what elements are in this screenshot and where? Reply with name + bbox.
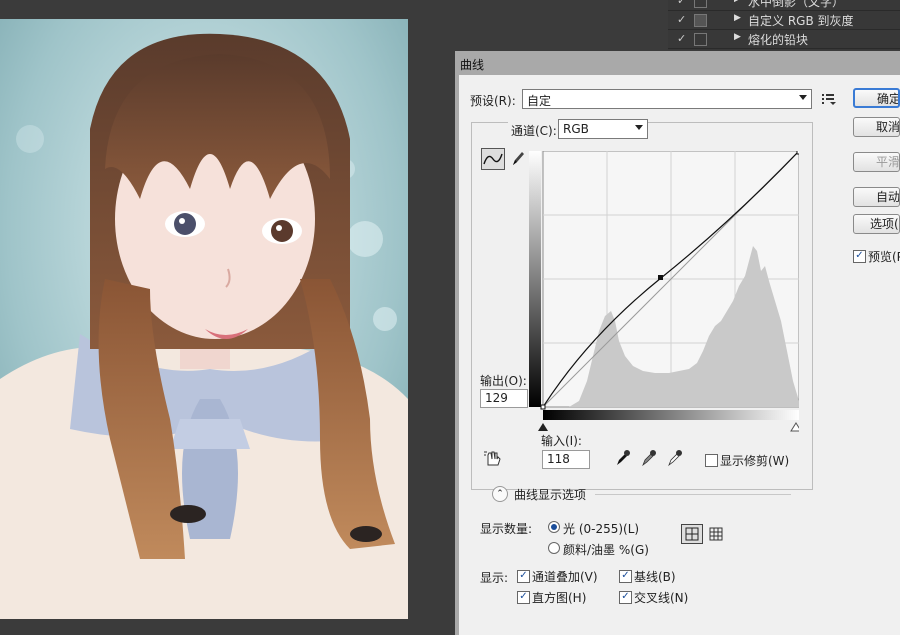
output-field[interactable]: 129: [480, 389, 528, 408]
show-amount-label: 显示数量:: [480, 522, 533, 536]
canvas-image: [0, 19, 408, 619]
action-item[interactable]: ✓ ▶ 水中倒影（文字）: [668, 0, 900, 11]
preset-value: 自定: [527, 94, 552, 108]
grid-10x10-icon[interactable]: [708, 526, 724, 542]
auto-button[interactable]: 自动: [853, 187, 900, 207]
display-options-title: 曲线显示选项: [514, 488, 587, 502]
pencil-icon[interactable]: [510, 148, 526, 168]
dialog-titlebar[interactable]: 曲线: [455, 51, 900, 75]
simple-grid-button[interactable]: [681, 524, 703, 544]
curve-edit-tool[interactable]: [481, 148, 505, 170]
dialog-toggle-box[interactable]: [694, 0, 707, 8]
check-icon[interactable]: ✓: [677, 13, 686, 26]
channel-label: 通道(C):: [508, 122, 560, 139]
actions-panel: ✓ ▶ 水中倒影（文字） ✓ ▶ 自定义 RGB 到灰度 ✓ ▶ 熔化的铅块: [668, 0, 900, 50]
expand-triangle-icon[interactable]: ▶: [734, 13, 741, 23]
pigment-radio-label: 颜料/油墨 %(G): [563, 543, 649, 557]
output-gradient-bar: [529, 151, 541, 407]
chevron-down-icon: [799, 95, 807, 100]
preset-options-icon[interactable]: [821, 92, 837, 106]
channel-value: RGB: [563, 122, 589, 136]
preset-label: 预设(R):: [470, 94, 516, 108]
action-item[interactable]: ✓ ▶ 自定义 RGB 到灰度: [668, 11, 900, 30]
dialog-body: 预设(R): 自定 确定 取消 平滑 自动 选项( ✓ 预览(P 通道(C): …: [459, 75, 900, 635]
expand-triangle-icon[interactable]: ▶: [734, 32, 741, 42]
collapse-options-button[interactable]: ⌃: [492, 486, 508, 502]
white-point-eyedropper-icon[interactable]: [667, 449, 683, 467]
show-clipping-checkbox[interactable]: [705, 454, 718, 467]
expand-triangle-icon[interactable]: ▶: [734, 0, 741, 4]
dialog-toggle-box[interactable]: [694, 14, 707, 27]
action-label: 自定义 RGB 到灰度: [748, 14, 854, 28]
portrait-illustration: [0, 19, 408, 619]
curve-endpoint-white[interactable]: [796, 151, 799, 155]
show-label: 显示:: [480, 571, 509, 585]
channel-dropdown[interactable]: RGB: [558, 119, 648, 139]
ok-button[interactable]: 确定: [853, 88, 900, 108]
preset-dropdown[interactable]: 自定: [522, 89, 812, 109]
intersection-line-checkbox[interactable]: ✓: [619, 591, 632, 604]
cancel-button[interactable]: 取消: [853, 117, 900, 137]
action-item[interactable]: ✓ ▶ 熔化的铅块: [668, 30, 900, 49]
black-point-slider[interactable]: [538, 423, 548, 431]
action-label: 熔化的铅块: [748, 33, 809, 47]
gray-point-eyedropper-icon[interactable]: [641, 449, 657, 467]
light-radio-label: 光 (0-255)(L): [563, 522, 640, 536]
curve-control-point[interactable]: [658, 275, 663, 280]
curves-graph[interactable]: [529, 151, 799, 435]
white-point-slider[interactable]: [790, 422, 799, 432]
targeted-adjustment-hand-icon[interactable]: [483, 449, 505, 469]
curves-dialog: 曲线 预设(R): 自定 确定 取消 平滑 自动 选项( ✓ 预览(P 通道(C…: [455, 51, 900, 635]
black-point-eyedropper-icon[interactable]: [615, 449, 631, 467]
baseline-checkbox[interactable]: ✓: [619, 570, 632, 583]
preview-label: 预览(P: [868, 250, 900, 264]
section-divider: [595, 494, 791, 495]
check-icon[interactable]: ✓: [677, 0, 686, 7]
show-clipping-label: 显示修剪(W): [720, 454, 790, 468]
histogram-label: 直方图(H): [532, 591, 587, 605]
preview-checkbox[interactable]: ✓: [853, 250, 866, 263]
pigment-radio[interactable]: [548, 542, 560, 554]
baseline-label: 基线(B): [634, 570, 676, 584]
input-label: 输入(I):: [541, 434, 582, 448]
check-icon[interactable]: ✓: [677, 32, 686, 45]
dialog-toggle-box[interactable]: [694, 33, 707, 46]
channel-overlays-checkbox[interactable]: ✓: [517, 570, 530, 583]
curve-endpoint-black[interactable]: [540, 404, 546, 410]
options-button[interactable]: 选项(: [853, 214, 900, 234]
histogram-checkbox[interactable]: ✓: [517, 591, 530, 604]
channel-overlays-label: 通道叠加(V): [532, 570, 598, 584]
chevron-up-icon: ⌃: [496, 489, 504, 499]
input-gradient-bar: [543, 410, 799, 420]
intersection-line-label: 交叉线(N): [634, 591, 689, 605]
grid-4x4-icon: [685, 527, 699, 541]
output-label: 输出(O):: [480, 374, 527, 388]
chevron-down-icon: [635, 125, 643, 130]
smooth-button[interactable]: 平滑: [853, 152, 900, 172]
action-label: 水中倒影（文字）: [748, 0, 845, 9]
curve-wave-icon: [483, 153, 503, 165]
input-field[interactable]: 118: [542, 450, 590, 469]
dialog-title: 曲线: [460, 58, 485, 72]
light-radio[interactable]: [548, 521, 560, 533]
